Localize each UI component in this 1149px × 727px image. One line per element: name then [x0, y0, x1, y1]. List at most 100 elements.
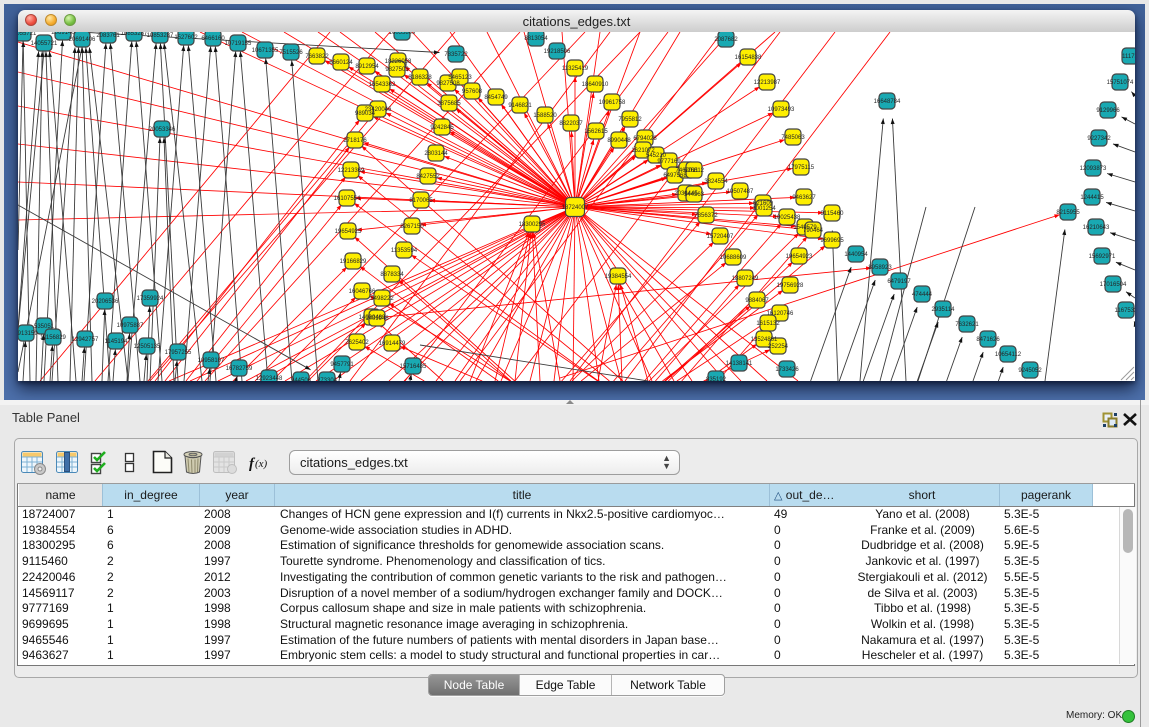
svg-text:17016504: 17016504 [1100, 282, 1127, 288]
svg-text:3824554: 3824554 [704, 179, 728, 185]
svg-text:1145194: 1145194 [105, 339, 129, 345]
svg-text:10671355: 10671355 [252, 48, 279, 54]
svg-text:7835722: 7835722 [444, 52, 468, 58]
svg-text:9777169: 9777169 [657, 159, 681, 165]
svg-text:14055721: 14055721 [18, 32, 37, 37]
svg-text:9115460: 9115460 [821, 211, 845, 217]
svg-text:1167533: 1167533 [1115, 308, 1135, 314]
svg-text:12213369: 12213369 [338, 168, 365, 174]
svg-text:8215955: 8215955 [1056, 210, 1080, 216]
svg-text:20206536: 20206536 [92, 299, 119, 305]
svg-text:19654923: 19654923 [786, 254, 813, 260]
svg-text:8170065: 8170065 [409, 198, 433, 204]
svg-text:18300295: 18300295 [519, 222, 546, 228]
svg-text:2935114: 2935114 [932, 307, 956, 313]
svg-text:9884067: 9884067 [745, 298, 769, 304]
svg-text:(x): (x) [255, 458, 268, 470]
svg-text:10688609: 10688609 [720, 255, 747, 261]
svg-text:957608: 957608 [462, 89, 483, 95]
svg-text:9699695: 9699695 [820, 238, 844, 244]
svg-text:16154838: 16154838 [735, 55, 762, 61]
svg-text:10507487: 10507487 [727, 189, 754, 195]
svg-text:16046766: 16046766 [349, 289, 376, 295]
svg-text:9245052: 9245052 [1018, 368, 1042, 374]
svg-text:10853287: 10853287 [121, 32, 148, 37]
svg-text:10958107: 10958107 [198, 358, 225, 364]
svg-text:10973493: 10973493 [768, 107, 795, 113]
svg-text:5498222: 5498222 [370, 296, 394, 302]
svg-text:1244415: 1244415 [1080, 195, 1104, 201]
svg-text:18724007: 18724007 [562, 205, 589, 211]
svg-text:8186328: 8186328 [408, 75, 432, 81]
svg-text:16914479: 16914479 [379, 341, 406, 347]
svg-text:15692971: 15692971 [1089, 254, 1116, 260]
svg-text:19384554: 19384554 [605, 274, 632, 280]
svg-text:8912954: 8912954 [355, 64, 379, 70]
svg-text:12942757: 12942757 [72, 337, 99, 343]
svg-text:8660124: 8660124 [329, 60, 353, 66]
svg-text:7485063: 7485063 [781, 135, 805, 141]
svg-text:18226058: 18226058 [385, 59, 412, 65]
svg-text:7955812: 7955812 [618, 117, 642, 123]
svg-text:13524861: 13524861 [751, 337, 778, 343]
svg-text:19166829: 19166829 [340, 259, 367, 265]
svg-text:7663822: 7663822 [305, 54, 329, 60]
svg-text:9129966: 9129966 [1096, 108, 1120, 114]
svg-text:9827508: 9827508 [436, 81, 460, 87]
svg-text:8267150: 8267150 [400, 224, 424, 230]
svg-text:989034: 989034 [355, 111, 376, 117]
svg-text:9146821: 9146821 [508, 103, 532, 109]
svg-text:10654112: 10654112 [995, 352, 1022, 358]
svg-text:2718176: 2718176 [343, 138, 367, 144]
svg-text:11156829: 11156829 [40, 335, 66, 341]
svg-text:7632621: 7632621 [955, 322, 979, 328]
svg-text:1409948: 1409948 [365, 316, 389, 322]
svg-text:18807249: 18807249 [732, 276, 759, 282]
svg-text:8454749: 8454749 [484, 95, 508, 101]
svg-text:16782759: 16782759 [226, 366, 253, 372]
svg-text:8878334: 8878334 [380, 272, 404, 278]
svg-text:7625402: 7625402 [345, 340, 369, 346]
svg-text:19756928: 19756928 [777, 283, 804, 289]
svg-text:5465123: 5465123 [448, 75, 472, 81]
svg-text:1440954: 1440954 [844, 252, 868, 258]
svg-text:9227342: 9227342 [1087, 136, 1111, 142]
svg-text:16210643: 16210643 [1083, 225, 1110, 231]
svg-text:11353594: 11353594 [391, 248, 418, 254]
svg-text:1733426: 1733426 [775, 367, 799, 373]
svg-text:12923448: 12923448 [256, 376, 283, 381]
svg-text:20053346: 20053346 [149, 127, 176, 133]
svg-text:8822037: 8822037 [559, 121, 583, 127]
svg-text:1527602: 1527602 [174, 35, 198, 41]
svg-text:535051: 535051 [34, 324, 55, 330]
svg-text:3913159: 3913159 [18, 331, 38, 337]
svg-text:2087682: 2087682 [714, 37, 738, 43]
svg-text:14138141: 14138141 [726, 361, 753, 367]
svg-text:10961758: 10961758 [599, 100, 626, 106]
svg-text:474444: 474444 [912, 292, 933, 298]
svg-text:626612: 626612 [684, 168, 705, 174]
svg-text:8813054: 8813054 [524, 36, 548, 42]
svg-text:835192: 835192 [706, 377, 727, 381]
svg-text:16543362: 16543362 [369, 82, 396, 88]
svg-text:12505135: 12505135 [134, 344, 161, 350]
svg-text:17359924: 17359924 [137, 296, 164, 302]
svg-text:6794028: 6794028 [633, 136, 657, 142]
svg-text:10853287: 10853287 [147, 33, 174, 39]
svg-text:790464: 790464 [803, 228, 824, 234]
svg-text:17975115: 17975115 [788, 165, 815, 171]
svg-text:10975887: 10975887 [117, 323, 144, 329]
svg-text:1615132: 1615132 [756, 321, 780, 327]
svg-text:14055721: 14055721 [31, 41, 58, 47]
svg-text:16055809: 16055809 [389, 32, 416, 36]
svg-text:9827503: 9827503 [385, 67, 409, 73]
svg-text:8990448: 8990448 [607, 138, 631, 144]
svg-text:2069140: 2069140 [51, 32, 75, 36]
svg-text:15751074: 15751074 [1107, 80, 1134, 86]
svg-text:18640910: 18640910 [582, 82, 609, 88]
svg-text:19654925: 19654925 [335, 229, 362, 235]
svg-text:9457791: 9457791 [330, 362, 354, 368]
svg-text:9242845: 9242845 [430, 125, 454, 131]
svg-text:1588520: 1588520 [533, 113, 557, 119]
svg-text:11173: 11173 [1122, 54, 1135, 60]
